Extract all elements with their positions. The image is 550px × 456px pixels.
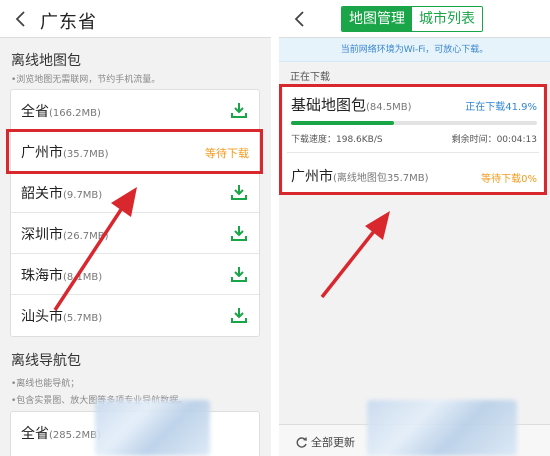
province-map-list-screen: 广东省 离线地图包 •浏览地图无需联网，节约手机流量。 全省(166.2MB) … [0, 0, 271, 456]
list-item-label: 汕头市(5.7MB) [21, 309, 103, 325]
offline-nav-subtitle-1: •离线也能导航； [11, 379, 80, 389]
download-icon[interactable] [231, 307, 247, 324]
list-item-label: 珠海市(8.1MB) [21, 268, 103, 284]
offline-nav-title: 离线导航包 [11, 353, 81, 369]
list-item-label: 深圳市(26.7MB) [21, 227, 109, 243]
page-title: 广东省 [40, 12, 97, 33]
list-item-shaoguan[interactable]: 韶关市(9.7MB) [11, 172, 259, 213]
list-item-zhuhai[interactable]: 珠海市(8.1MB) [11, 254, 259, 295]
downloading-label: 正在下载 [290, 72, 330, 83]
offline-maps-list: 全省(166.2MB) 广州市(35.7MB) 等待下载 韶关市(9.7MB) … [10, 89, 260, 337]
panel-separator [271, 0, 279, 456]
header: 广东省 [0, 0, 271, 38]
list-item-label: 全省(166.2MB) [21, 104, 101, 120]
offline-maps-subtitle: •浏览地图无需联网，节约手机流量。 [11, 75, 161, 85]
tab-city-list[interactable]: 城市列表 [412, 7, 482, 31]
list-item-shantou[interactable]: 汕头市(5.7MB) [11, 295, 259, 336]
list-item-label: 韶关市(9.7MB) [21, 186, 103, 202]
refresh-icon [296, 436, 307, 448]
wifi-notice: 当前网络环境为Wi-Fi，可放心下载。 [279, 38, 550, 62]
download-highlight-box [279, 84, 547, 195]
blurred-watermark [367, 400, 517, 456]
segmented-tabs: 地图管理 城市列表 [341, 6, 483, 32]
header: 地图管理 城市列表 [279, 0, 550, 38]
back-icon[interactable] [14, 10, 26, 28]
list-item-label: 全省(285.2MB) [21, 426, 101, 442]
update-all-button[interactable]: 全部更新 [295, 434, 355, 450]
tab-map-management[interactable]: 地图管理 [342, 7, 412, 31]
update-all-label: 全部更新 [311, 436, 355, 449]
blurred-watermark [95, 400, 210, 456]
back-icon[interactable] [293, 10, 305, 28]
map-management-screen: 地图管理 城市列表 当前网络环境为Wi-Fi，可放心下载。 正在下载 基础地图包… [279, 0, 550, 456]
download-icon[interactable] [231, 184, 247, 201]
download-icon[interactable] [231, 102, 247, 119]
list-item-province[interactable]: 全省(166.2MB) [11, 90, 259, 131]
download-icon[interactable] [231, 266, 247, 283]
list-item-shenzhen[interactable]: 深圳市(26.7MB) [11, 213, 259, 254]
offline-maps-title: 离线地图包 [11, 53, 81, 69]
guangzhou-highlight-box [6, 129, 263, 174]
download-icon[interactable] [231, 225, 247, 242]
